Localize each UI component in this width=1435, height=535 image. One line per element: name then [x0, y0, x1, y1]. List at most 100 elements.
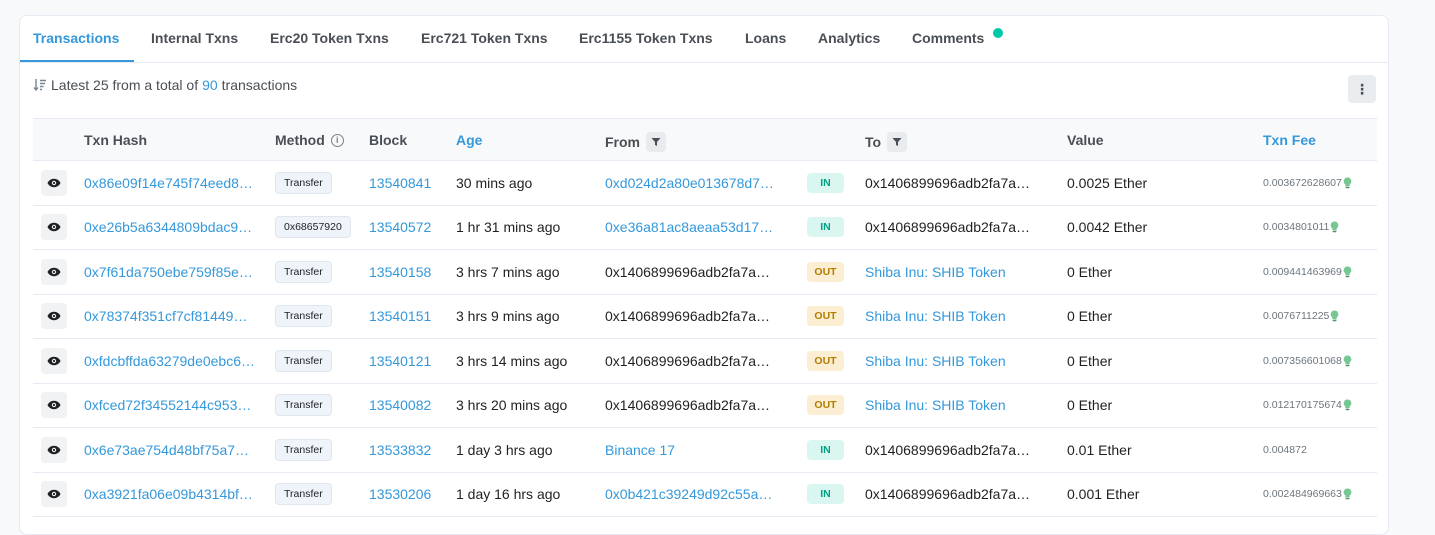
- view-details-eye-icon[interactable]: [41, 481, 67, 508]
- to-address[interactable]: Shiba Inu: SHIB Token: [865, 353, 1035, 369]
- table-row: 0xfdcbffda63279de0ebc6… Transfer 13540121 3…: [33, 339, 1377, 384]
- transactions-table-body: 0x86e09f14e745f74eed8… Transfer 13540841 30…: [33, 161, 1377, 517]
- to-address: 0x1406899696adb2fa7a…: [865, 441, 1031, 458]
- value-text: 0 Ether: [1067, 352, 1113, 369]
- method-badge: 0x68657920: [275, 216, 351, 239]
- direction-badge: OUT: [807, 306, 844, 327]
- lightbulb-icon[interactable]: [1343, 266, 1352, 278]
- tab-comments[interactable]: Comments: [912, 30, 984, 46]
- block-link[interactable]: 13533832: [369, 442, 431, 458]
- view-details-eye-icon[interactable]: [41, 303, 67, 330]
- method-badge: Transfer: [275, 171, 332, 194]
- to-address: 0x1406899696adb2fa7a…: [865, 219, 1031, 236]
- tab-internal-txns[interactable]: Internal Txns: [151, 30, 238, 46]
- age-text: 3 hrs 9 mins ago: [456, 308, 560, 325]
- header-method-group: Method i: [275, 132, 344, 148]
- block-link[interactable]: 13530206: [369, 486, 431, 502]
- to-address[interactable]: Shiba Inu: SHIB Token: [865, 397, 1035, 413]
- to-filter-icon[interactable]: [887, 132, 908, 152]
- age-text: 3 hrs 7 mins ago: [456, 263, 560, 280]
- txn-fee-value: 0.003672628607: [1263, 176, 1342, 189]
- table-row: 0x6e73ae754d48bf75a7… Transfer 13533832 1 d…: [33, 428, 1377, 473]
- info-icon[interactable]: i: [330, 133, 344, 147]
- txn-hash-link[interactable]: 0x78374f351cf7cf81449…: [84, 308, 256, 324]
- txn-fee-value: 0.002484969663: [1263, 488, 1342, 501]
- table-row: 0x7f61da750ebe759f85e… Transfer 13540158 3 …: [33, 250, 1377, 295]
- direction-badge: IN: [807, 217, 844, 238]
- tab-loans[interactable]: Loans: [745, 30, 786, 46]
- tab-bar: Transactions Internal Txns Erc20 Token T…: [20, 16, 1388, 63]
- more-options-button[interactable]: ⋮: [1348, 75, 1376, 103]
- block-link[interactable]: 13540158: [369, 264, 431, 280]
- age-text: 1 day 16 hrs ago: [456, 486, 561, 503]
- txn-hash-link[interactable]: 0xe26b5a6344809bdac9…: [84, 219, 256, 235]
- tab-erc721-token-txns[interactable]: Erc721 Token Txns: [421, 30, 548, 46]
- table-header: Txn Hash Method i Block Age From To Valu…: [33, 118, 1377, 161]
- comments-status-dot: [993, 28, 1003, 38]
- tab-erc1155-token-txns[interactable]: Erc1155 Token Txns: [579, 30, 713, 46]
- to-address: 0x1406899696adb2fa7a…: [865, 174, 1031, 191]
- block-link[interactable]: 13540572: [369, 219, 431, 235]
- method-badge: Transfer: [275, 305, 332, 328]
- txn-fee: 0.0034801011: [1263, 221, 1339, 233]
- from-filter-icon[interactable]: [646, 132, 666, 152]
- header-value: Value: [1067, 132, 1104, 148]
- txn-hash-link[interactable]: 0x6e73ae754d48bf75a7…: [84, 442, 256, 458]
- from-address[interactable]: 0x0b421c39249d92c55a…: [605, 486, 777, 502]
- table-row: 0x78374f351cf7cf81449… Transfer 13540151 3 …: [33, 295, 1377, 339]
- table-row: 0x86e09f14e745f74eed8… Transfer 13540841 30…: [33, 161, 1377, 206]
- lightbulb-icon[interactable]: [1343, 488, 1352, 500]
- value-text: 0 Ether: [1067, 308, 1113, 325]
- txn-hash-link[interactable]: 0x7f61da750ebe759f85e…: [84, 264, 256, 280]
- txn-hash-link[interactable]: 0x86e09f14e745f74eed8…: [84, 175, 256, 191]
- value-text: 0.0025 Ether: [1067, 174, 1148, 191]
- method-badge: Transfer: [275, 438, 332, 461]
- block-link[interactable]: 13540841: [369, 175, 431, 191]
- tab-transactions[interactable]: Transactions: [33, 30, 119, 46]
- txn-hash-link[interactable]: 0xa3921fa06e09b4314bf…: [84, 486, 256, 502]
- lightbulb-icon[interactable]: [1330, 221, 1339, 233]
- view-details-eye-icon[interactable]: [41, 214, 67, 241]
- txn-fee: 0.002484969663: [1263, 488, 1352, 500]
- block-link[interactable]: 13540121: [369, 353, 431, 369]
- txn-fee: 0.012170175674: [1263, 399, 1352, 411]
- view-details-eye-icon[interactable]: [41, 436, 67, 463]
- lightbulb-icon[interactable]: [1343, 399, 1352, 411]
- summary-count[interactable]: 90: [202, 77, 218, 93]
- view-details-eye-icon[interactable]: [41, 392, 67, 419]
- lightbulb-icon[interactable]: [1330, 310, 1339, 322]
- view-details-eye-icon[interactable]: [41, 169, 67, 196]
- age-text: 3 hrs 20 mins ago: [456, 397, 568, 414]
- tab-analytics[interactable]: Analytics: [818, 30, 880, 46]
- tab-erc20-token-txns[interactable]: Erc20 Token Txns: [270, 30, 389, 46]
- summary-prefix: Latest 25 from a total of: [51, 77, 199, 93]
- direction-badge: OUT: [807, 350, 844, 371]
- to-address[interactable]: Shiba Inu: SHIB Token: [865, 308, 1035, 324]
- txn-fee-value: 0.009441463969: [1263, 265, 1342, 278]
- header-block: Block: [369, 132, 408, 148]
- to-address[interactable]: Shiba Inu: SHIB Token: [865, 264, 1035, 280]
- lightbulb-icon[interactable]: [1343, 355, 1352, 367]
- table-row: 0xa3921fa06e09b4314bf… Transfer 13530206 1 …: [33, 473, 1377, 517]
- header-txn-fee[interactable]: Txn Fee: [1263, 132, 1316, 148]
- txn-fee-value: 0.007356601068: [1263, 354, 1342, 367]
- block-link[interactable]: 13540151: [369, 308, 431, 324]
- txn-fee: 0.004872: [1263, 444, 1307, 456]
- value-text: 0 Ether: [1067, 397, 1113, 414]
- txn-hash-link[interactable]: 0xfced72f34552144c953…: [84, 397, 256, 413]
- header-method: Method: [275, 132, 325, 148]
- value-text: 0.0042 Ether: [1067, 219, 1148, 236]
- method-badge: Transfer: [275, 260, 332, 283]
- view-details-eye-icon[interactable]: [41, 347, 67, 374]
- block-link[interactable]: 13540082: [369, 397, 431, 413]
- from-address[interactable]: Binance 17: [605, 442, 777, 458]
- direction-badge: IN: [807, 439, 844, 460]
- direction-badge: OUT: [807, 395, 844, 416]
- from-address[interactable]: 0xe36a81ac8aeaa53d17…: [605, 219, 777, 235]
- view-details-eye-icon[interactable]: [41, 258, 67, 285]
- header-age[interactable]: Age: [456, 132, 482, 148]
- from-address[interactable]: 0xd024d2a80e013678d7…: [605, 175, 777, 191]
- header-txn-hash: Txn Hash: [84, 132, 148, 148]
- txn-hash-link[interactable]: 0xfdcbffda63279de0ebc6…: [84, 353, 256, 369]
- lightbulb-icon[interactable]: [1343, 177, 1352, 189]
